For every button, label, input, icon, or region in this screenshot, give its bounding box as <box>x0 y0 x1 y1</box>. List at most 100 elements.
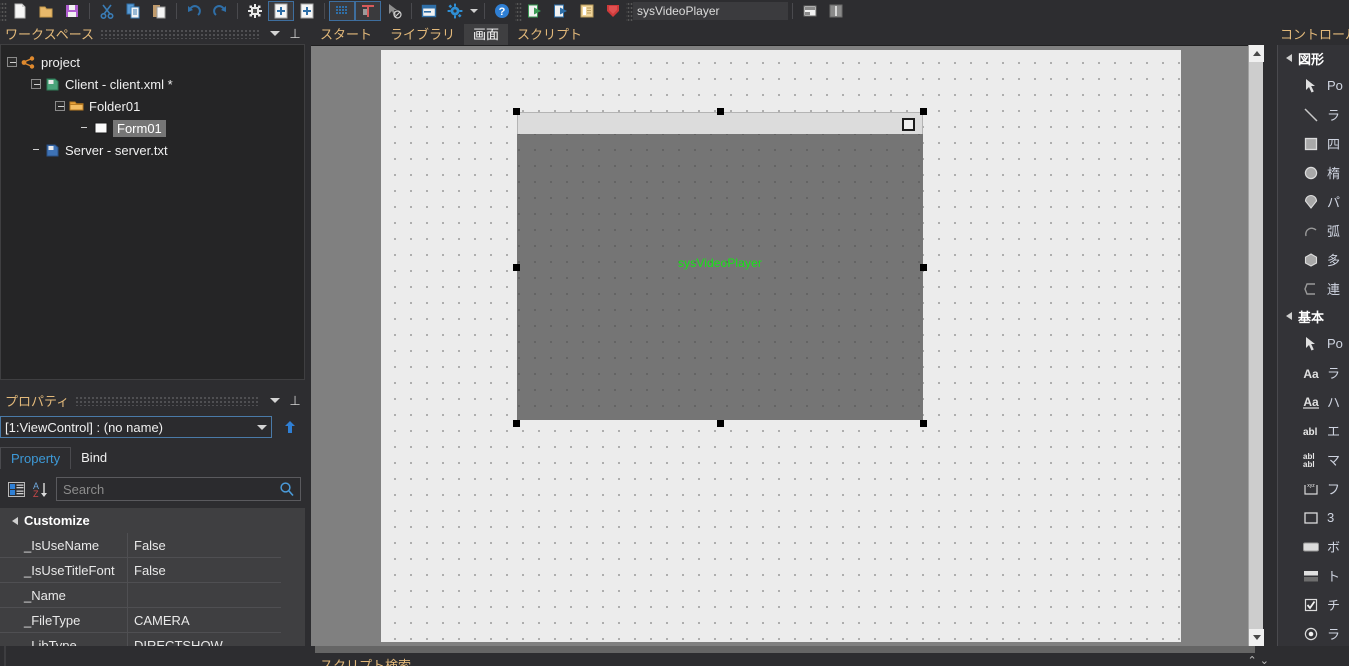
toolbar-grip[interactable] <box>0 1 7 21</box>
control-item-panel-3d[interactable]: 3 <box>1278 503 1349 532</box>
control-item-line[interactable]: ラ <box>1278 100 1349 129</box>
table-row[interactable]: _IsUseTitleFont False <box>0 558 305 583</box>
tab-start[interactable]: スタート <box>311 24 381 45</box>
down-arrow-red-icon[interactable] <box>600 1 626 21</box>
align-icon[interactable] <box>355 1 381 21</box>
resize-handle-sw[interactable] <box>513 420 520 427</box>
control-item-polygon[interactable]: 多 <box>1278 245 1349 274</box>
paste-icon[interactable] <box>146 1 172 21</box>
cut-icon[interactable] <box>94 1 120 21</box>
question-icon[interactable]: ? <box>489 1 515 21</box>
search-icon[interactable] <box>274 481 300 497</box>
table-row[interactable]: _IsUseName False <box>0 533 305 558</box>
property-value[interactable]: CAMERA <box>128 608 281 633</box>
resize-handle-n[interactable] <box>717 108 724 115</box>
panel-splitter[interactable] <box>315 646 1255 654</box>
workspace-panel-pin-icon[interactable]: ⊥ <box>285 25 305 43</box>
control-item-ellipse[interactable]: 楕 <box>1278 158 1349 187</box>
control-item-numeric-field[interactable]: xyz フ <box>1278 474 1349 503</box>
resize-handle-w[interactable] <box>513 264 520 271</box>
resize-handle-se[interactable] <box>920 420 927 427</box>
tree-node-folder01[interactable]: Folder01 <box>1 95 304 117</box>
resize-handle-ne[interactable] <box>920 108 927 115</box>
chevron-down-icon[interactable] <box>253 425 271 430</box>
save-icon[interactable] <box>59 1 85 21</box>
cursor-no-icon[interactable] <box>381 1 407 21</box>
resize-handle-e[interactable] <box>920 264 927 271</box>
canvas-vertical-scrollbar[interactable] <box>1248 45 1263 646</box>
undo-icon[interactable] <box>181 1 207 21</box>
sort-alphabetical-button[interactable]: AZ <box>28 477 52 501</box>
resize-handle-nw[interactable] <box>513 108 520 115</box>
chevron-right-icon[interactable] <box>1286 312 1292 320</box>
resize-handle-s[interactable] <box>717 420 724 427</box>
workspace-panel-menu-icon[interactable] <box>265 25 285 43</box>
control-body[interactable]: sysVideoPlayer <box>517 134 923 420</box>
property-value[interactable] <box>128 583 281 608</box>
form-design-surface[interactable]: sysVideoPlayer <box>381 50 1181 642</box>
search-input[interactable] <box>57 481 274 498</box>
chevron-right-icon[interactable] <box>1286 54 1292 62</box>
tree-node-server[interactable]: Server - server.txt <box>1 139 304 161</box>
object-name-combo[interactable]: sysVideoPlayer <box>633 2 788 20</box>
design-canvas[interactable]: sysVideoPlayer <box>311 45 1262 646</box>
layout-horizontal-icon[interactable] <box>797 1 823 21</box>
control-item-textbox[interactable]: abl エ <box>1278 416 1349 445</box>
chevron-right-icon[interactable] <box>12 517 18 525</box>
window-icon[interactable] <box>416 1 442 21</box>
grid-icon[interactable] <box>329 1 355 21</box>
tree-node-client[interactable]: Client - client.xml * <box>1 73 304 95</box>
new-file-icon[interactable] <box>7 1 33 21</box>
property-value[interactable]: False <box>128 533 281 558</box>
property-group-header[interactable]: Customize <box>0 508 305 533</box>
table-row[interactable]: _Name <box>0 583 305 608</box>
property-panel-pin-icon[interactable]: ⊥ <box>285 392 305 410</box>
control-item-toggle[interactable]: ト <box>1278 561 1349 590</box>
controls-panel[interactable]: 図形 Po ラ 四 楕 パ 弧 多 <box>1277 45 1349 666</box>
control-item-hyperlink[interactable]: Aa ハ <box>1278 387 1349 416</box>
scroll-up-button[interactable] <box>1249 45 1264 62</box>
tab-screen[interactable]: 画面 <box>464 24 508 45</box>
chevron-down-icon[interactable] <box>468 1 480 21</box>
tree-node-project[interactable]: project <box>1 51 304 73</box>
control-item-rectangle[interactable]: 四 <box>1278 129 1349 158</box>
toolbar-grip[interactable] <box>626 1 633 21</box>
redo-icon[interactable] <box>207 1 233 21</box>
property-panel-menu-icon[interactable] <box>265 392 285 410</box>
property-search-field[interactable] <box>56 477 301 501</box>
gear-chip-icon[interactable] <box>242 1 268 21</box>
tab-property[interactable]: Property <box>0 447 71 469</box>
expander-minus-icon[interactable] <box>31 79 41 89</box>
page-plus-icon[interactable] <box>268 1 294 21</box>
control-item-pointer-basic[interactable]: Po <box>1278 329 1349 358</box>
open-folder-icon[interactable] <box>33 1 59 21</box>
script-search-panel[interactable]: スクリプト検索 ⌃ ⌄ <box>311 646 1349 666</box>
controls-group-shapes[interactable]: 図形 <box>1278 45 1349 71</box>
control-item-button[interactable]: ボ <box>1278 532 1349 561</box>
control-item-label[interactable]: Aa ラ <box>1278 358 1349 387</box>
property-object-selector[interactable]: [1:ViewControl] : (no name) <box>0 416 272 438</box>
expander-minus-icon[interactable] <box>55 101 65 111</box>
control-item-polyline[interactable]: 連 <box>1278 274 1349 303</box>
control-item-checkbox[interactable]: チ <box>1278 590 1349 619</box>
script-search-nav[interactable]: ⌃ ⌄ <box>1248 654 1270 666</box>
property-grid[interactable]: Customize _IsUseName False _IsUseTitleFo… <box>0 508 305 666</box>
tab-script[interactable]: スクリプト <box>508 24 591 45</box>
controls-group-basic[interactable]: 基本 <box>1278 303 1349 329</box>
toolbar-grip[interactable] <box>515 1 522 21</box>
layout-vertical-icon[interactable] <box>823 1 849 21</box>
table-row[interactable]: _FileType CAMERA <box>0 608 305 633</box>
tree-node-form01[interactable]: Form01 <box>1 117 304 139</box>
scroll-down-button[interactable] <box>1249 629 1264 646</box>
tab-bind[interactable]: Bind <box>71 447 117 469</box>
run-blue-icon[interactable] <box>548 1 574 21</box>
book-icon[interactable] <box>574 1 600 21</box>
control-item-multiline-textbox[interactable]: ablabl マ <box>1278 445 1349 474</box>
control-maximize-button[interactable] <box>902 118 915 131</box>
property-value[interactable]: False <box>128 558 281 583</box>
copy-icon[interactable] <box>120 1 146 21</box>
gear-icon[interactable] <box>442 1 468 21</box>
control-item-arc[interactable]: 弧 <box>1278 216 1349 245</box>
control-item-radio[interactable]: ラ <box>1278 619 1349 648</box>
expander-minus-icon[interactable] <box>7 57 17 67</box>
